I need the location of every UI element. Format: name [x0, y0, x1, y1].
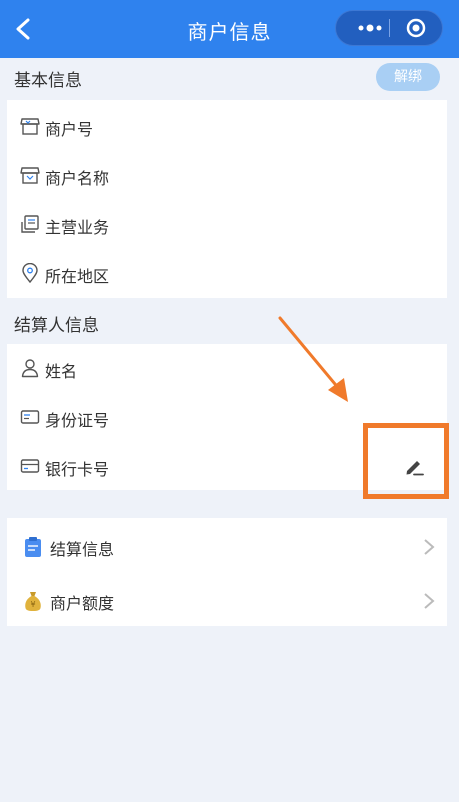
annotation-arrow-icon	[278, 316, 348, 402]
chevron-right-icon	[424, 593, 435, 609]
basic-info-card: 商户号 商户名称 主营业务 所在地区	[7, 100, 447, 298]
person-icon	[21, 359, 39, 378]
item-label: 银行卡号	[45, 460, 110, 479]
item-label: 商户号	[45, 120, 94, 139]
more-icon[interactable]	[352, 11, 388, 45]
nav-bar: 商户信息	[0, 0, 459, 58]
location-pin-icon	[22, 263, 38, 283]
item-label: 主营业务	[45, 218, 110, 237]
close-target-icon[interactable]	[406, 18, 426, 38]
item-label: 姓名	[45, 362, 78, 381]
svg-text:¥: ¥	[30, 600, 35, 609]
list-item-settlement-info[interactable]: 结算信息	[7, 520, 447, 572]
bank-card-icon	[20, 459, 40, 473]
section-title-basic: 基本信息	[14, 71, 82, 91]
edit-pencil-icon[interactable]	[403, 456, 425, 478]
list-item-merchant-id[interactable]: 商户号	[7, 102, 447, 150]
list-item-region[interactable]: 所在地区	[7, 249, 447, 297]
item-label: 身份证号	[45, 411, 110, 430]
capsule-divider	[389, 19, 390, 37]
unbind-button[interactable]: 解绑	[376, 63, 440, 91]
list-item-main-business[interactable]: 主营业务	[7, 200, 447, 248]
store-icon	[20, 118, 40, 135]
id-card-icon	[20, 410, 40, 424]
business-card-icon	[21, 215, 39, 233]
list-item-name[interactable]: 姓名	[7, 344, 447, 392]
section-title-settler: 结算人信息	[14, 316, 99, 336]
item-label: 所在地区	[45, 267, 110, 286]
money-bag-icon: ¥	[25, 592, 41, 611]
chevron-right-icon	[424, 539, 435, 555]
item-label: 商户额度	[50, 594, 115, 613]
document-icon	[25, 537, 41, 557]
mini-program-capsule	[335, 10, 443, 46]
item-label: 结算信息	[50, 540, 115, 559]
store-icon	[20, 167, 40, 184]
list-item-merchant-name[interactable]: 商户名称	[7, 151, 447, 199]
links-card: 结算信息 ¥ 商户额度	[7, 518, 447, 626]
list-item-merchant-quota[interactable]: ¥ 商户额度	[7, 574, 447, 626]
item-label: 商户名称	[45, 169, 110, 188]
